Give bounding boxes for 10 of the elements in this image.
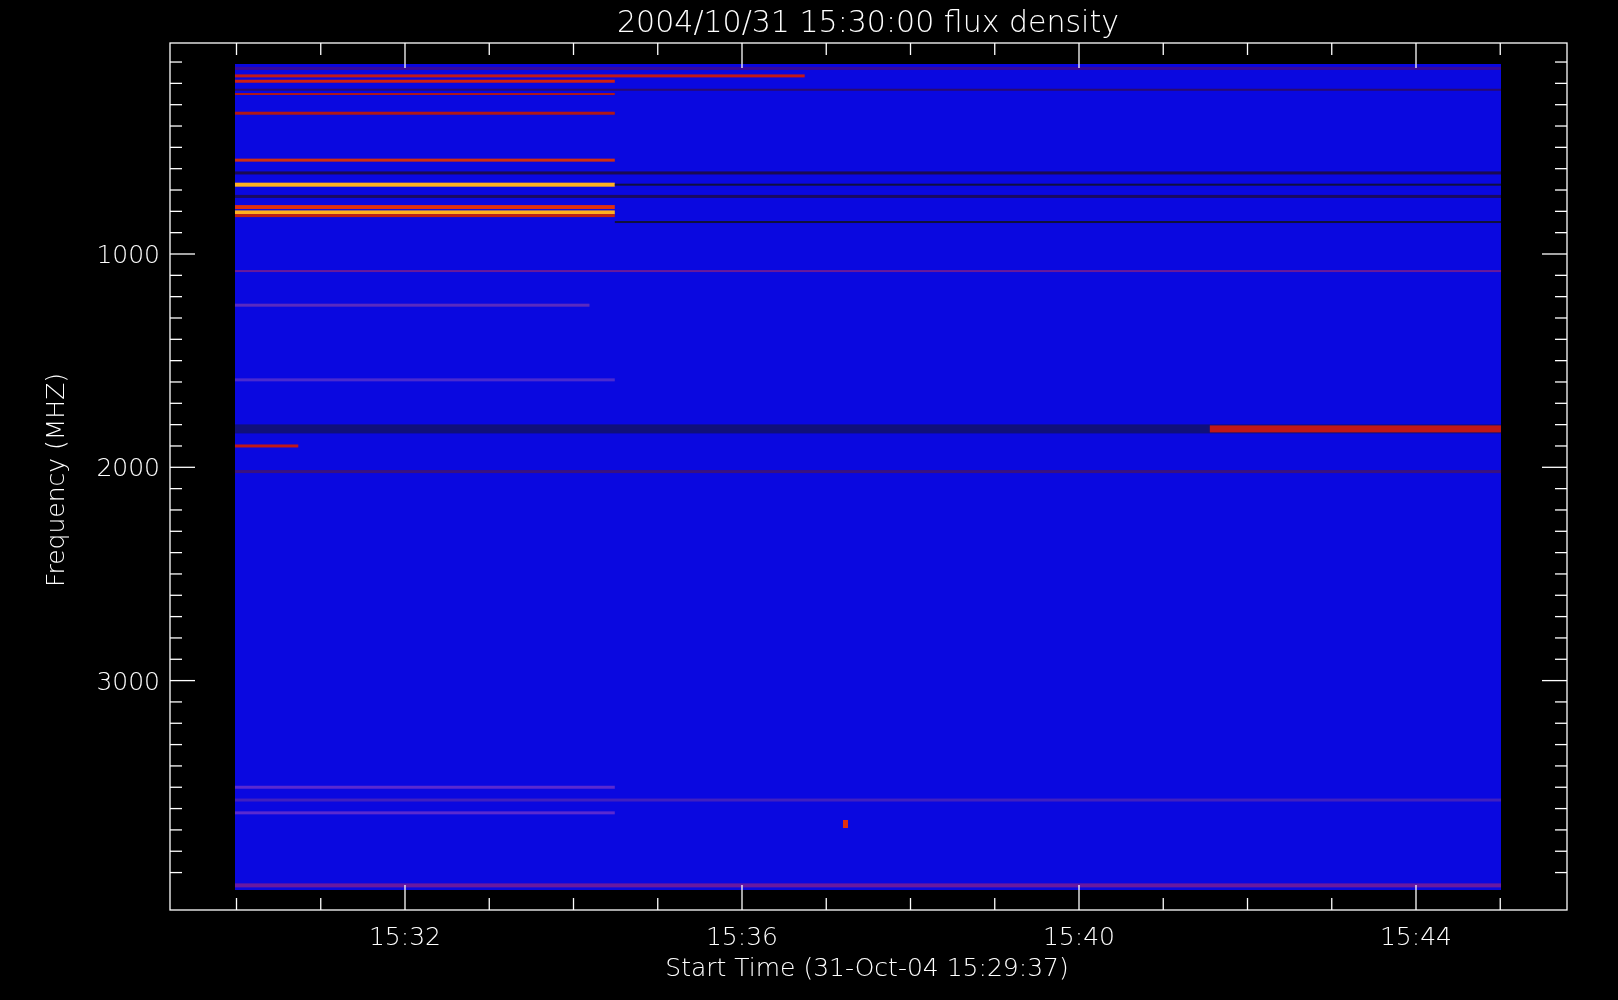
plot-title: 2004/10/31 15:30:00 flux density bbox=[617, 4, 1119, 39]
tick-label: 15:40 bbox=[1043, 922, 1115, 951]
tick-label: 15:32 bbox=[369, 922, 441, 951]
tick-label: 1000 bbox=[96, 240, 160, 269]
tick-label: 15:36 bbox=[706, 922, 778, 951]
tick-label: 2000 bbox=[96, 453, 160, 483]
tick-label: 3000 bbox=[96, 666, 160, 696]
x-axis-label: Start Time (31-Oct-04 15:29:37) bbox=[665, 953, 1069, 982]
tick-label: 15:44 bbox=[1380, 922, 1452, 951]
y-axis-label: Frequency (MHZ) bbox=[41, 372, 70, 588]
